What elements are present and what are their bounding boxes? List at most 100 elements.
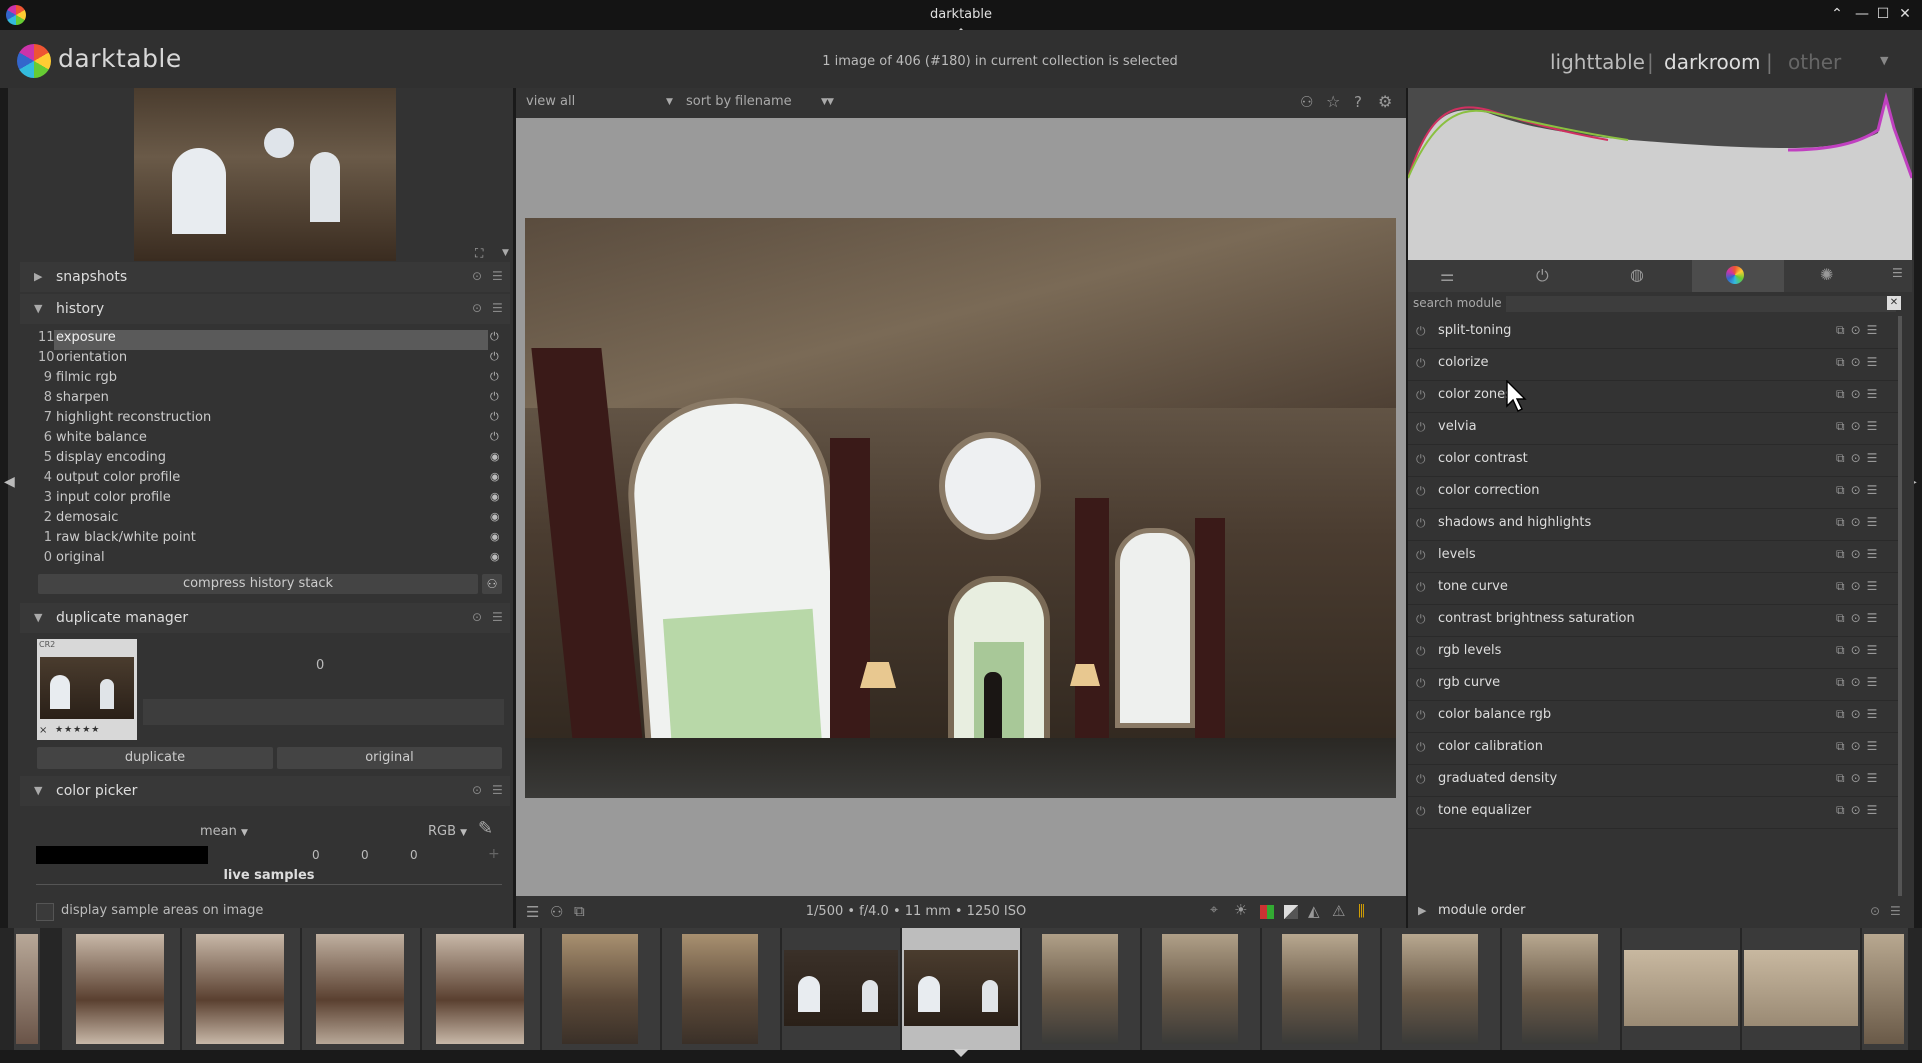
grouping-icon[interactable]: ⚇ xyxy=(1300,93,1313,111)
focus-peaking-icon[interactable]: ⌖ xyxy=(1210,902,1218,918)
guides-icon[interactable]: ⫼ xyxy=(1358,902,1365,920)
duplicate-thumbnail[interactable]: CR2 × ★★★★★ xyxy=(37,639,137,740)
duplicate-button[interactable]: duplicate xyxy=(37,747,273,769)
quick-access-icon[interactable]: ☰ xyxy=(526,903,539,921)
filmstrip-thumb[interactable] xyxy=(182,928,300,1050)
module-row[interactable]: ⏻ levels ⧉⊙☰ xyxy=(1408,540,1900,573)
presets-icon[interactable]: ☰ xyxy=(492,610,503,624)
reset-icon[interactable]: ⊙ xyxy=(1870,904,1880,918)
collapse-bottom-arrow[interactable] xyxy=(953,1049,969,1057)
history-item[interactable]: 8 sharpen ⏻ xyxy=(38,390,506,410)
filmstrip-thumb-selected[interactable] xyxy=(902,928,1020,1050)
history-header[interactable]: ▼ history ⊙ ☰ xyxy=(20,294,510,324)
presets-icon[interactable]: ☰ xyxy=(1890,904,1901,918)
navigation-preview[interactable] xyxy=(134,88,396,261)
module-row[interactable]: ⏻ split-toning ⧉⊙☰ xyxy=(1408,316,1900,349)
softproof-icon[interactable] xyxy=(1260,905,1274,919)
color-tab-icon[interactable] xyxy=(1726,266,1744,284)
eyedropper-icon[interactable]: ✎ xyxy=(478,818,493,839)
add-sample-icon[interactable]: + xyxy=(488,846,500,862)
rating-stars[interactable]: ★★★★★ xyxy=(55,725,100,735)
view-other[interactable]: other xyxy=(1788,50,1841,74)
module-scrollbar[interactable] xyxy=(1898,316,1902,896)
filmstrip-thumb[interactable] xyxy=(662,928,780,1050)
styles-icon[interactable]: ⚇ xyxy=(550,903,563,921)
close-window-button[interactable]: ✕ xyxy=(1896,6,1914,22)
filmstrip-thumb[interactable] xyxy=(62,928,180,1050)
history-item[interactable]: 0 original ◉ xyxy=(38,550,506,570)
module-row[interactable]: ⏻ rgb curve ⧉⊙☰ xyxy=(1408,668,1900,701)
history-item[interactable]: 10 orientation ⏻ xyxy=(38,350,506,370)
compress-history-button[interactable]: compress history stack xyxy=(38,574,478,594)
module-row[interactable]: ⏻ shadows and highlights ⧉⊙☰ xyxy=(1408,508,1900,541)
view-darkroom[interactable]: darkroom xyxy=(1664,50,1761,74)
module-row[interactable]: ⏻ rgb levels ⧉⊙☰ xyxy=(1408,636,1900,669)
history-item[interactable]: 6 white balance ⏻ xyxy=(38,430,506,450)
collapse-left-panel-icon[interactable]: ◀ xyxy=(4,474,15,490)
raw-overexposed-icon[interactable] xyxy=(1284,905,1298,919)
gear-icon[interactable]: ⚙ xyxy=(1378,92,1392,111)
view-lighttable[interactable]: lighttable xyxy=(1550,50,1645,74)
reset-icon[interactable]: ⊙ xyxy=(472,269,482,283)
history-item[interactable]: 9 filmic rgb ⏻ xyxy=(38,370,506,390)
history-item[interactable]: 2 demosaic ◉ xyxy=(38,510,506,530)
snapshots-header[interactable]: ▶ snapshots ⊙ ☰ xyxy=(20,262,510,292)
filmstrip-thumb[interactable] xyxy=(1022,928,1140,1050)
reset-icon[interactable]: ⊙ xyxy=(472,610,482,624)
base-tab-icon[interactable]: ◍ xyxy=(1630,265,1644,284)
star-icon[interactable]: ☆ xyxy=(1326,92,1340,111)
filmstrip-thumb[interactable] xyxy=(14,928,40,1050)
filmstrip-thumb[interactable] xyxy=(1862,928,1908,1050)
module-row[interactable]: ⏻ color calibration ⧉⊙☰ xyxy=(1408,732,1900,765)
history-item[interactable]: 4 output color profile ◉ xyxy=(38,470,506,490)
views-dropdown-icon[interactable]: ▼ xyxy=(1880,54,1888,67)
module-row[interactable]: ⏻ contrast brightness saturation ⧉⊙☰ xyxy=(1408,604,1900,637)
fullscreen-icon[interactable]: ⛶ xyxy=(475,246,483,261)
picker-mode-select[interactable]: mean ▼ xyxy=(200,824,248,839)
filmstrip-thumb[interactable] xyxy=(1262,928,1380,1050)
navigation-menu-icon[interactable]: ▼ xyxy=(502,248,509,258)
history-item[interactable]: 1 raw black/white point ◉ xyxy=(38,530,506,550)
presets-icon[interactable]: ☰ xyxy=(492,301,503,315)
history-item[interactable]: 5 display encoding ◉ xyxy=(38,450,506,470)
help-icon[interactable]: ? xyxy=(1354,93,1362,111)
duplicate-version-field[interactable] xyxy=(143,699,504,725)
module-row[interactable]: ⏻ velvia ⧉⊙☰ xyxy=(1408,412,1900,445)
presets-icon[interactable]: ☰ xyxy=(492,269,503,283)
module-row[interactable]: ⏻ color contrast ⧉⊙☰ xyxy=(1408,444,1900,477)
history-style-icon[interactable]: ⚇ xyxy=(482,574,502,594)
effects-tab-icon[interactable]: ✺ xyxy=(1820,265,1833,284)
search-module-input[interactable] xyxy=(1506,296,1896,312)
filmstrip-thumb[interactable] xyxy=(422,928,540,1050)
filmstrip-thumb[interactable] xyxy=(1622,928,1740,1050)
clipping-icon[interactable]: ◭ xyxy=(1308,902,1320,920)
presets-icon[interactable]: ☰ xyxy=(1892,266,1903,280)
color-picker-header[interactable]: ▼ color picker ⊙ ☰ xyxy=(20,776,510,806)
minimize-icon[interactable]: ⌃ xyxy=(1828,6,1846,22)
view-filter-select[interactable]: all ▼ xyxy=(560,94,690,109)
histogram[interactable] xyxy=(1408,88,1912,260)
module-row[interactable]: ⏻ colorize ⧉⊙☰ xyxy=(1408,348,1900,381)
iso12646-icon[interactable]: ☀ xyxy=(1234,901,1247,919)
reject-icon[interactable]: × xyxy=(39,725,47,736)
module-row[interactable]: ⏻ tone curve ⧉⊙☰ xyxy=(1408,572,1900,605)
filmstrip-thumb[interactable] xyxy=(1742,928,1860,1050)
darkroom-canvas[interactable] xyxy=(516,118,1406,896)
filmstrip-thumb[interactable] xyxy=(302,928,420,1050)
quick-access-tab-icon[interactable]: ⚌ xyxy=(1440,266,1454,285)
duplicate-manager-header[interactable]: ▼ duplicate manager ⊙ ☰ xyxy=(20,603,510,633)
main-image[interactable] xyxy=(525,218,1396,798)
history-item[interactable]: 3 input color profile ◉ xyxy=(38,490,506,510)
filmstrip-thumb[interactable] xyxy=(782,928,900,1050)
filmstrip-thumb[interactable] xyxy=(1142,928,1260,1050)
picker-space-select[interactable]: RGB ▼ xyxy=(428,824,467,839)
module-order-header[interactable]: ▶ module order ⊙ ☰ xyxy=(1408,896,1912,928)
filmstrip-thumb[interactable] xyxy=(542,928,660,1050)
module-row[interactable]: ⏻ color zones ⧉⊙☰ xyxy=(1408,380,1900,413)
display-sample-areas-checkbox[interactable] xyxy=(36,903,54,921)
filmstrip-thumb[interactable] xyxy=(1502,928,1620,1050)
presets-icon[interactable]: ☰ xyxy=(492,783,503,797)
filmstrip-thumb[interactable] xyxy=(1382,928,1500,1050)
gamut-check-icon[interactable]: ⚠ xyxy=(1332,902,1345,920)
maximize-window-button[interactable]: ☐ xyxy=(1874,6,1892,22)
